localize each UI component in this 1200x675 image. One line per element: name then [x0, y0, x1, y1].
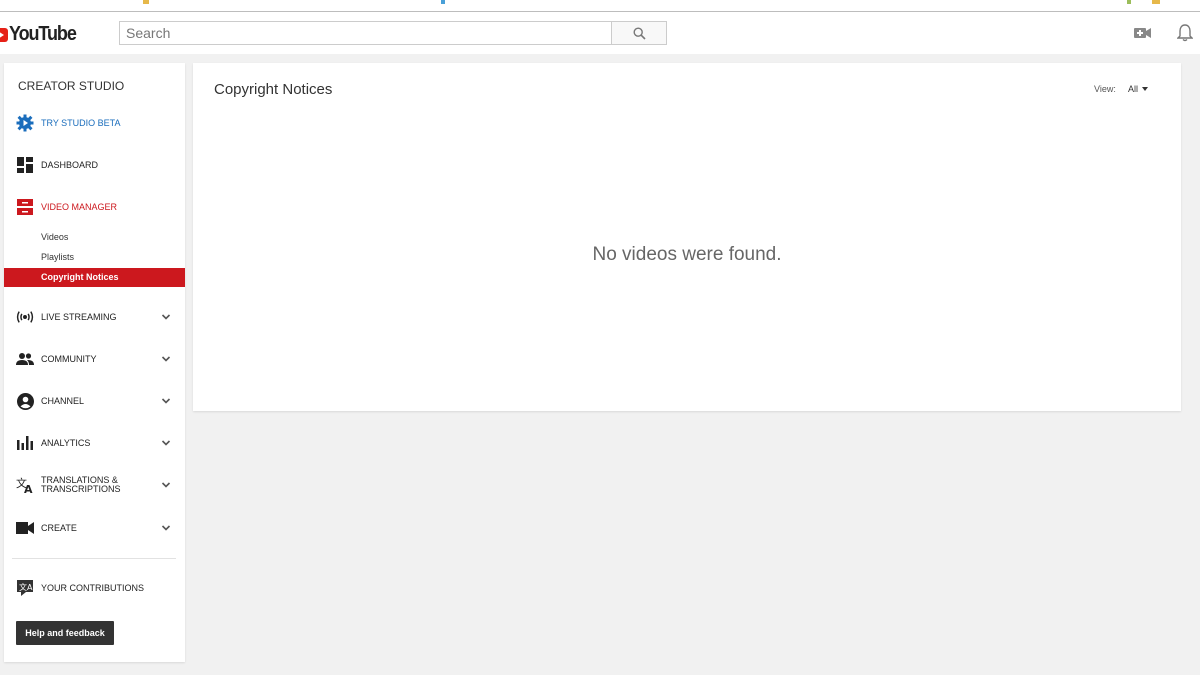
- empty-state-message: No videos were found.: [592, 244, 782, 265]
- sidebar-item-label: COMMUNITY: [41, 353, 97, 364]
- sidebar-item-label: YOUR CONTRIBUTIONS: [41, 582, 145, 593]
- sidebar-item-video-manager[interactable]: VIDEO MANAGER: [4, 193, 185, 221]
- sidebar-title: CREATOR STUDIO: [18, 79, 125, 93]
- live-streaming-icon: [16, 308, 34, 326]
- notifications-bell-icon[interactable]: [1175, 24, 1195, 42]
- caret-down-icon: [1142, 86, 1149, 91]
- sidebar-item-label: DASHBOARD: [41, 159, 99, 170]
- sidebar-item-create[interactable]: CREATE: [4, 514, 185, 542]
- sidebar-item-dashboard[interactable]: DASHBOARD: [4, 151, 185, 179]
- gear-icon: [16, 114, 34, 132]
- browser-strip: [0, 0, 1200, 12]
- view-filter-dropdown[interactable]: All: [1128, 84, 1149, 94]
- channel-account-icon: [16, 392, 34, 410]
- top-header: YouTube: [0, 12, 1200, 54]
- youtube-logo[interactable]: YouTube: [0, 23, 83, 46]
- chevron-down-icon[interactable]: [161, 480, 171, 490]
- sidebar-item-label: CHANNEL: [41, 395, 85, 406]
- creator-studio-sidebar: CREATOR STUDIO TRY STUDIO BETA DASHBOARD…: [4, 63, 185, 662]
- sidebar-subitem-playlists[interactable]: Playlists: [4, 248, 185, 267]
- chevron-down-icon[interactable]: [161, 354, 171, 364]
- community-icon: [16, 350, 34, 368]
- strip-mark: [1127, 0, 1131, 4]
- view-filter-label: View:: [1094, 84, 1116, 94]
- sidebar-item-label: TRY STUDIO BETA: [41, 117, 121, 128]
- sidebar-subitem-copyright-notices[interactable]: Copyright Notices: [4, 268, 185, 287]
- sidebar-item-label: TRANSLATIONS & TRANSCRIPTIONS: [41, 475, 121, 494]
- sidebar-subitem-videos[interactable]: Videos: [4, 228, 185, 247]
- sidebar-item-label: VIDEO MANAGER: [41, 201, 118, 212]
- view-filter-value: All: [1128, 84, 1139, 94]
- strip-mark: [1152, 0, 1160, 4]
- chevron-down-icon[interactable]: [161, 396, 171, 406]
- sidebar-item-analytics[interactable]: ANALYTICS: [4, 429, 185, 457]
- sidebar-item-live-streaming[interactable]: LIVE STREAMING: [4, 303, 185, 331]
- search-input[interactable]: [119, 21, 612, 45]
- translate-icon: 文A: [16, 476, 34, 494]
- svg-text:文A: 文A: [19, 582, 33, 592]
- svg-text:A: A: [24, 483, 33, 494]
- dashboard-icon: [16, 156, 34, 174]
- strip-mark: [441, 0, 445, 4]
- sidebar-item-label: ANALYTICS: [41, 437, 91, 448]
- copyright-notices-panel: Copyright Notices View: All No videos we…: [193, 63, 1181, 411]
- sidebar-item-translations[interactable]: 文A TRANSLATIONS & TRANSCRIPTIONS: [4, 471, 185, 499]
- chevron-down-icon[interactable]: [161, 312, 171, 322]
- sidebar-item-label: CREATE: [41, 522, 77, 533]
- search-icon: [632, 26, 646, 40]
- play-logo-icon: [0, 27, 8, 42]
- search-button[interactable]: [611, 21, 667, 45]
- logo-text: YouTube: [9, 23, 77, 45]
- video-manager-icon: [16, 198, 34, 216]
- sidebar-item-try-studio-beta[interactable]: TRY STUDIO BETA: [4, 109, 185, 137]
- sidebar-item-channel[interactable]: CHANNEL: [4, 387, 185, 415]
- help-feedback-button[interactable]: Help and feedback: [16, 621, 114, 645]
- video-camera-icon: [16, 519, 34, 537]
- sidebar-item-community[interactable]: COMMUNITY: [4, 345, 185, 373]
- chevron-down-icon[interactable]: [161, 523, 171, 533]
- translate-bubble-icon: 文A: [16, 579, 34, 597]
- sidebar-item-your-contributions[interactable]: 文A YOUR CONTRIBUTIONS: [4, 574, 185, 602]
- analytics-bars-icon: [16, 434, 34, 452]
- sidebar-item-label: LIVE STREAMING: [41, 311, 117, 322]
- chevron-down-icon[interactable]: [161, 438, 171, 448]
- strip-mark: [143, 0, 149, 4]
- upload-video-icon[interactable]: [1133, 24, 1153, 42]
- page-title: Copyright Notices: [214, 81, 333, 98]
- sidebar-divider: [12, 558, 176, 559]
